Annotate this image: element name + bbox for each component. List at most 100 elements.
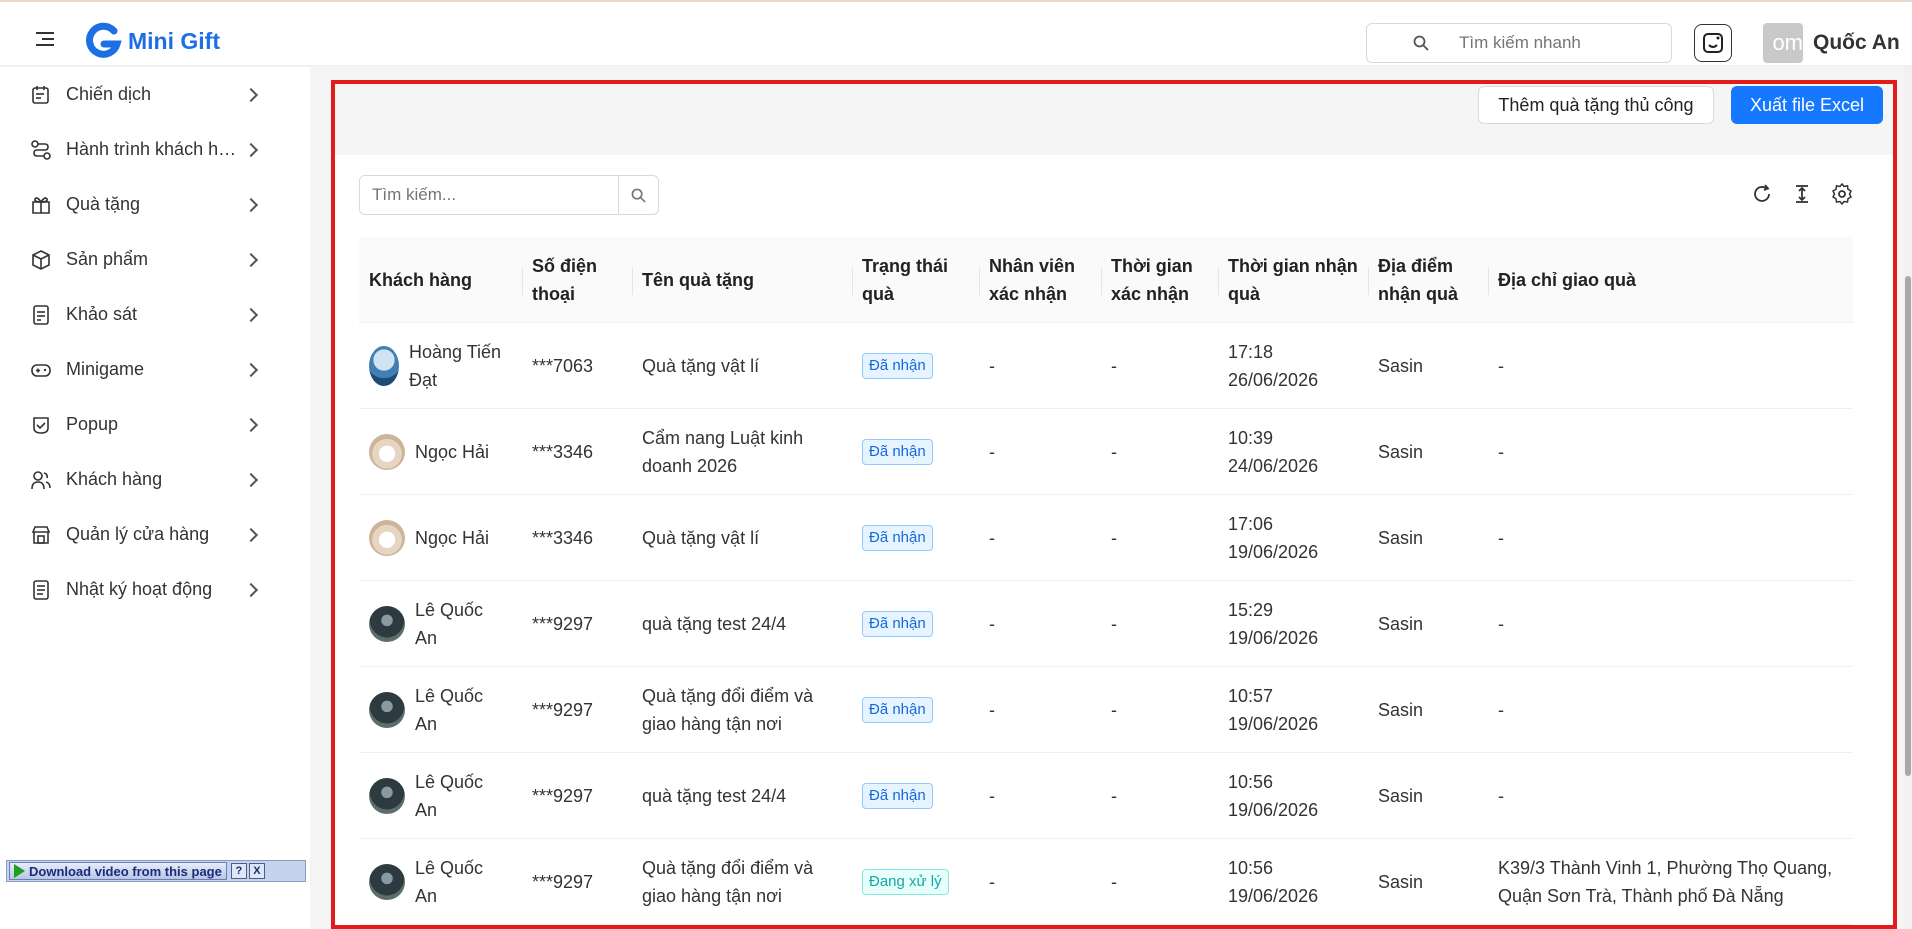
column-header-gift-status[interactable]: Trạng thái quà — [852, 237, 979, 323]
status-badge: Đã nhận — [862, 439, 933, 465]
phone-cell: ***9297 — [532, 872, 594, 892]
help-icon[interactable]: ? — [230, 863, 247, 879]
table-row[interactable]: Lê Quốc An ***9297 Quà tặng đổi điểm và … — [359, 667, 1853, 753]
calendar-edit-icon — [32, 85, 49, 104]
store-icon — [31, 525, 51, 544]
app-name: Mini Gift — [128, 27, 220, 54]
address-cell: - — [1498, 700, 1504, 720]
sidebar-item-label: Minigame — [66, 359, 145, 379]
status-badge: Đang xử lý — [862, 869, 949, 895]
sidebar-item-campaign[interactable]: Chiến dịch — [0, 67, 310, 122]
table-search-input[interactable] — [360, 176, 618, 214]
phone-cell: ***7063 — [532, 356, 594, 376]
confirm-time-cell: - — [1111, 528, 1117, 548]
chevron-right-icon — [243, 142, 259, 157]
sidebar-item-journey[interactable]: Hành trình khách hàng — [0, 122, 310, 177]
column-header-gift-name[interactable]: Tên quà tặng — [632, 237, 852, 323]
phone-cell: ***9297 — [532, 614, 594, 634]
confirm-time-cell: - — [1111, 786, 1117, 806]
column-header-confirm-time[interactable]: Thời gian xác nhận — [1101, 237, 1218, 323]
table-row[interactable]: Ngọc Hải ***3346 Quà tặng vật lí Đã nhận… — [359, 495, 1853, 581]
box-icon — [32, 249, 50, 270]
close-icon[interactable]: X — [248, 863, 265, 879]
table-search[interactable] — [359, 175, 659, 215]
confirm-time-cell: - — [1111, 356, 1117, 376]
user-menu[interactable]: om Quốc An — [1763, 23, 1900, 63]
sidebar-item-popup[interactable]: Popup — [0, 397, 310, 452]
gift-table-card: Khách hàng Số điện thoại Tên quà tặng Tr… — [335, 155, 1893, 925]
app-logo[interactable]: Mini Gift — [84, 22, 220, 60]
gamepad-icon — [31, 363, 51, 377]
sidebar-item-gift[interactable]: Quà tặng — [0, 177, 310, 232]
scrollbar-thumb[interactable] — [1905, 276, 1911, 776]
customer-avatar — [369, 778, 405, 814]
status-badge: Đã nhận — [862, 697, 933, 723]
address-cell: - — [1498, 442, 1504, 462]
staff-cell: - — [989, 786, 995, 806]
table-row[interactable]: Ngọc Hải ***3346 Cẩm nang Luật kinh doan… — [359, 409, 1853, 495]
location-cell: Sasin — [1378, 872, 1424, 892]
receive-time: 17:18 26/06/2026 — [1228, 342, 1319, 390]
address-cell: - — [1498, 614, 1504, 634]
table-row[interactable]: Lê Quốc An ***9297 Quà tặng đổi điểm và … — [359, 839, 1853, 925]
customer-name: Lê Quốc An — [415, 686, 484, 734]
column-height-icon[interactable] — [1791, 183, 1813, 205]
gift-name: Cẩm nang Luật kinh doanh 2026 — [642, 428, 804, 476]
customer-avatar — [369, 346, 399, 386]
menu-toggle-icon[interactable] — [36, 32, 54, 46]
sidebar-item-label: Khách hàng — [66, 469, 163, 489]
receive-time: 10:56 19/06/2026 — [1228, 858, 1319, 906]
log-icon — [33, 579, 49, 600]
quick-search-input[interactable] — [1459, 33, 1659, 53]
export-excel-button[interactable]: Xuất file Excel — [1731, 86, 1883, 124]
sidebar-item-product[interactable]: Sản phẩm — [0, 232, 310, 287]
user-avatar: om — [1763, 23, 1803, 63]
settings-gear-icon[interactable] — [1831, 183, 1853, 205]
sidebar-item-label: Chiến dịch — [66, 84, 152, 104]
chevron-right-icon — [243, 197, 259, 212]
search-icon — [631, 188, 646, 203]
customer-name: Ngọc Hải — [415, 528, 490, 548]
address-cell: K39/3 Thành Vinh 1, Phường Thọ Quang, Qu… — [1498, 858, 1833, 906]
location-cell: Sasin — [1378, 700, 1424, 720]
table-row[interactable]: Lê Quốc An ***9297 quà tặng test 24/4 Đã… — [359, 753, 1853, 839]
notification-button[interactable] — [1694, 24, 1732, 62]
location-cell: Sasin — [1378, 442, 1424, 462]
staff-cell: - — [989, 872, 995, 892]
sidebar-item-label: Nhật ký hoạt động — [66, 579, 213, 599]
sidebar: Chiến dịch Hành trình khách hàng Quà tặn… — [0, 67, 310, 929]
sidebar-item-minigame[interactable]: Minigame — [0, 342, 310, 397]
sidebar-item-label: Khảo sát — [66, 304, 138, 324]
column-header-location[interactable]: Địa điểm nhận quà — [1368, 237, 1488, 323]
column-header-address[interactable]: Địa chỉ giao quà — [1488, 237, 1853, 323]
sidebar-item-customer[interactable]: Khách hàng — [0, 452, 310, 507]
play-icon — [14, 864, 25, 878]
sidebar-item-activity-log[interactable]: Nhật ký hoạt động — [0, 562, 310, 617]
add-gift-manual-button[interactable]: Thêm quà tặng thủ công — [1478, 86, 1714, 124]
customer-name: Lê Quốc An — [415, 600, 484, 648]
user-name: Quốc An — [1813, 31, 1900, 54]
status-badge: Đã nhận — [862, 611, 933, 637]
sidebar-item-survey[interactable]: Khảo sát — [0, 287, 310, 342]
reload-icon[interactable] — [1751, 183, 1773, 205]
phone-cell: ***3346 — [532, 442, 594, 462]
staff-cell: - — [989, 700, 995, 720]
receive-time: 17:06 19/06/2026 — [1228, 514, 1319, 562]
table-row[interactable]: Lê Quốc An ***9297 quà tặng test 24/4 Đã… — [359, 581, 1853, 667]
route-icon — [31, 139, 51, 160]
top-bar: Mini Gift om Quốc An — [0, 0, 1912, 66]
sidebar-item-store[interactable]: Quản lý cửa hàng — [0, 507, 310, 562]
confirm-time-cell: - — [1111, 700, 1117, 720]
download-video-button[interactable]: Download video from this page — [9, 862, 227, 880]
column-header-receive-time[interactable]: Thời gian nhận quà — [1218, 237, 1368, 323]
column-header-staff[interactable]: Nhân viên xác nhận — [979, 237, 1101, 323]
table-row[interactable]: Hoàng Tiến Đạt ***7063 Quà tặng vật lí Đ… — [359, 323, 1853, 409]
page-scrollbar[interactable] — [1904, 66, 1912, 929]
column-header-customer[interactable]: Khách hàng — [359, 237, 522, 323]
column-header-phone[interactable]: Số điện thoại — [522, 237, 632, 323]
customer-name: Hoàng Tiến Đạt — [409, 342, 502, 390]
location-cell: Sasin — [1378, 614, 1424, 634]
quick-search[interactable] — [1366, 23, 1672, 63]
location-cell: Sasin — [1378, 786, 1424, 806]
table-search-button[interactable] — [618, 176, 658, 214]
